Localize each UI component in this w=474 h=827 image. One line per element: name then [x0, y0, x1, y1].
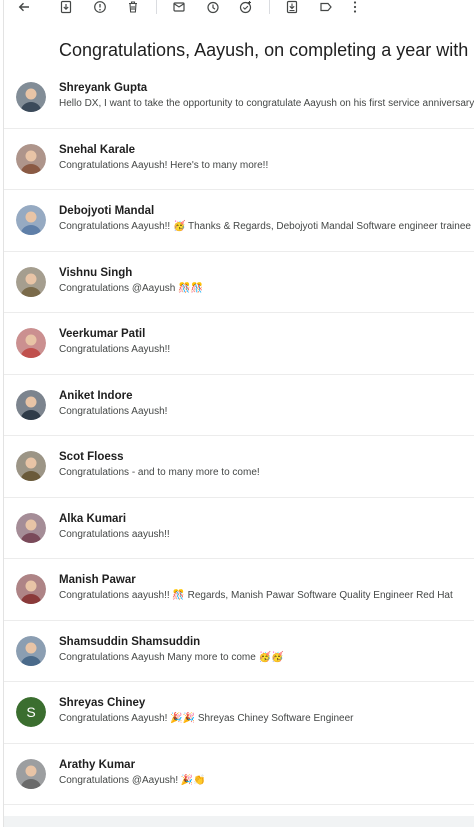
- message-snippet: Congratulations Aayush!: [59, 405, 168, 417]
- sender-name: Arathy Kumar: [59, 758, 136, 771]
- avatar: [16, 143, 46, 174]
- message-row[interactable]: Veerkumar Patil Congratulations Aayush!!: [4, 313, 474, 375]
- toolbar: [4, 0, 474, 14]
- avatar: [16, 451, 46, 481]
- thread-subject: Congratulations, Aayush, on completing a…: [59, 40, 474, 60]
- back-arrow-icon[interactable]: [14, 0, 34, 14]
- avatar: [16, 635, 46, 666]
- thread-view: Congratulations, Aayush, on completing a…: [3, 0, 474, 827]
- message-row[interactable]: Scot Floess Congratulations - and to many…: [4, 436, 474, 498]
- avatar: [16, 266, 46, 297]
- message-snippet: Congratulations aayush!!: [59, 528, 170, 540]
- message-list: Shreyank Gupta Hello DX, I want to take t…: [4, 67, 474, 805]
- message-row[interactable]: Shreyank Gupta Hello DX, I want to take t…: [4, 67, 474, 129]
- message-row[interactable]: Alka Kumari Congratulations aayush!!: [4, 498, 474, 559]
- sender-name: Aniket Indore: [59, 389, 133, 402]
- message-snippet: Congratulations - and to many more to co…: [59, 467, 260, 478]
- avatar: [16, 758, 46, 789]
- archive-icon[interactable]: [56, 0, 76, 14]
- message-snippet: Congratulations Aayush! Here's to many m…: [59, 159, 269, 171]
- message-snippet: Congratulations Aayush! 🎉🎉 Shreyas Chine…: [59, 713, 354, 724]
- message-row[interactable]: Snehal Karale Congratulations Aayush! Her…: [4, 129, 474, 190]
- label-icon[interactable]: [316, 0, 336, 14]
- message-row[interactable]: S Shreyas Chiney Congratulations Aayush! 🎉…: [4, 682, 474, 744]
- message-row[interactable]: Aniket Indore Congratulations Aayush!: [4, 375, 474, 436]
- avatar: [16, 512, 46, 543]
- sender-name: Shreyas Chiney: [59, 697, 146, 709]
- sender-name: Alka Kumari: [59, 512, 127, 525]
- delete-icon[interactable]: [123, 0, 143, 14]
- message-row[interactable]: Vishnu Singh Congratulations @Aayush 🎊🎊: [4, 252, 474, 313]
- bottom-bar: [4, 816, 474, 827]
- sender-name: Snehal Karale: [59, 143, 136, 156]
- avatar: [16, 82, 46, 112]
- snooze-icon[interactable]: [203, 0, 223, 14]
- report-spam-icon[interactable]: [90, 0, 110, 14]
- message-snippet: Hello DX, I want to take the opportunity…: [59, 98, 474, 109]
- message-snippet: Congratulations aayush!! 🎊 Regards, Mani…: [59, 590, 453, 601]
- message-snippet: Congratulations @Aayush! 🎉👏: [59, 774, 206, 786]
- sender-name: Veerkumar Patil: [59, 328, 146, 340]
- mark-unread-icon[interactable]: [169, 0, 189, 14]
- toolbar-divider: [269, 0, 270, 14]
- avatar: [16, 574, 46, 604]
- message-row[interactable]: Debojyoti Mandal Congratulations Aayush!!…: [4, 190, 474, 252]
- sender-name: Vishnu Singh: [59, 266, 133, 279]
- avatar: [16, 328, 46, 358]
- sender-name: Shreyank Gupta: [59, 82, 148, 94]
- message-snippet: Congratulations Aayush!! 🥳 Thanks & Rega…: [59, 221, 474, 232]
- add-task-icon[interactable]: [236, 0, 256, 14]
- avatar-letter: S: [26, 704, 35, 720]
- message-row[interactable]: Shamsuddin Shamsuddin Congratulations Aay…: [4, 621, 474, 682]
- sender-name: Debojyoti Mandal: [59, 205, 155, 217]
- toolbar-divider: [156, 0, 157, 14]
- sender-name: Manish Pawar: [59, 574, 136, 586]
- sender-name: Scot Floess: [59, 451, 124, 463]
- more-vert-icon[interactable]: [345, 0, 365, 14]
- avatar: S: [16, 697, 46, 727]
- message-snippet: Congratulations @Aayush 🎊🎊: [59, 282, 204, 294]
- message-snippet: Congratulations Aayush!!: [59, 344, 171, 355]
- avatar: [16, 389, 46, 420]
- sender-name: Shamsuddin Shamsuddin: [59, 635, 201, 648]
- move-to-icon[interactable]: [282, 0, 302, 14]
- message-row[interactable]: Manish Pawar Congratulations aayush!! 🎊 R…: [4, 559, 474, 621]
- message-snippet: Congratulations Aayush Many more to come…: [59, 651, 284, 663]
- message-row[interactable]: Arathy Kumar Congratulations @Aayush! 🎉👏: [4, 744, 474, 805]
- avatar: [16, 205, 46, 235]
